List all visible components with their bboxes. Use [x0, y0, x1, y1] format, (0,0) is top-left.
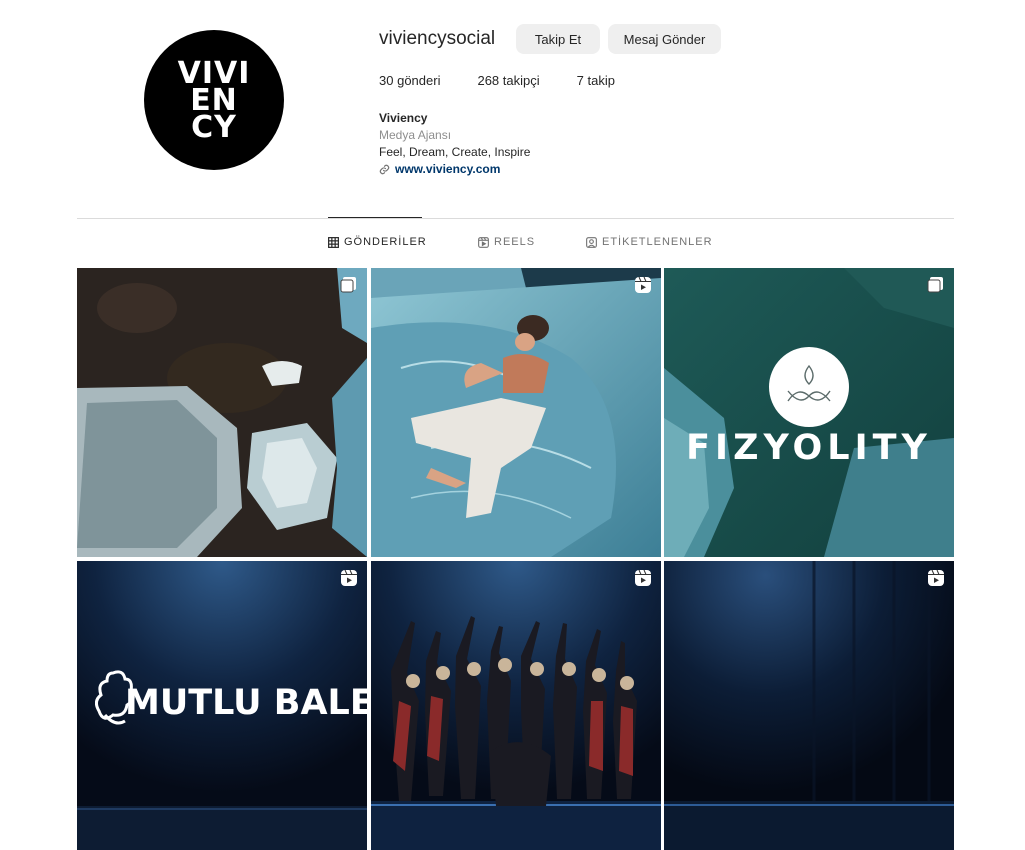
bio-category: Medya Ajansı [379, 128, 452, 142]
tagged-icon [586, 236, 597, 248]
post-thumbnail-4[interactable]: MUTLU BALE [77, 561, 367, 850]
carousel-icon [927, 277, 943, 293]
posts-count: 30 gönderi [379, 73, 441, 88]
post-thumbnail-2[interactable] [371, 268, 661, 557]
fizyolity-logo [769, 347, 849, 427]
profile-avatar[interactable]: VIVI EN CY [144, 30, 284, 170]
bio-link-text: www.viviency.com [395, 162, 501, 176]
followers-count[interactable]: 268 takipçi [477, 73, 539, 88]
mutlu-bale-text: MUTLU BALE [125, 683, 367, 723]
profile-username: viviencysocial [379, 28, 496, 49]
profile-bio: Viviency Medya Ajansı Feel, Dream, Creat… [379, 110, 530, 178]
post-thumbnail-6[interactable] [664, 561, 954, 850]
reel-icon [635, 569, 651, 586]
rocks-photo [77, 268, 367, 557]
ballet-dancers-photo [371, 561, 661, 850]
post-thumbnail-1[interactable] [77, 268, 367, 557]
link-icon [379, 164, 390, 175]
tab-tagged[interactable]: ETİKETLENENLER [586, 236, 713, 248]
tabs-divider [77, 218, 954, 219]
reel-icon [635, 276, 651, 293]
reel-icon [928, 569, 944, 586]
logo-line-3: CY [191, 109, 237, 145]
post-thumbnail-3[interactable]: FIZYOLITY [664, 268, 954, 557]
viviency-logo: VIVI EN CY [178, 58, 251, 145]
tab-tagged-label: ETİKETLENENLER [602, 236, 713, 248]
bio-website-link[interactable]: www.viviency.com [379, 161, 530, 178]
profile-stats: 30 gönderi 268 takipçi 7 takip [379, 73, 652, 88]
follow-button[interactable]: Takip Et [516, 24, 600, 54]
reel-icon [341, 569, 357, 586]
bio-text: Feel, Dream, Create, Inspire [379, 145, 531, 159]
reels-icon [478, 236, 489, 248]
tab-reels-label: REELS [494, 236, 536, 248]
following-count[interactable]: 7 takip [577, 73, 615, 88]
carousel-icon [340, 277, 356, 293]
active-tab-indicator [328, 217, 422, 218]
tab-posts[interactable]: GÖNDERİLER [328, 236, 427, 248]
tab-reels[interactable]: REELS [478, 236, 535, 248]
dark-stage-photo [664, 561, 954, 850]
post-thumbnail-5[interactable] [371, 561, 661, 850]
grid-icon [328, 236, 339, 248]
profile-page: VIVI EN CY viviencysocial Takip Et Mesaj… [0, 0, 1025, 850]
send-message-button[interactable]: Mesaj Gönder [608, 24, 721, 54]
fizyolity-text: FIZYOLITY [686, 428, 932, 468]
dancer-photo [371, 268, 661, 557]
tab-posts-label: GÖNDERİLER [344, 236, 427, 248]
bio-name: Viviency [379, 111, 428, 125]
